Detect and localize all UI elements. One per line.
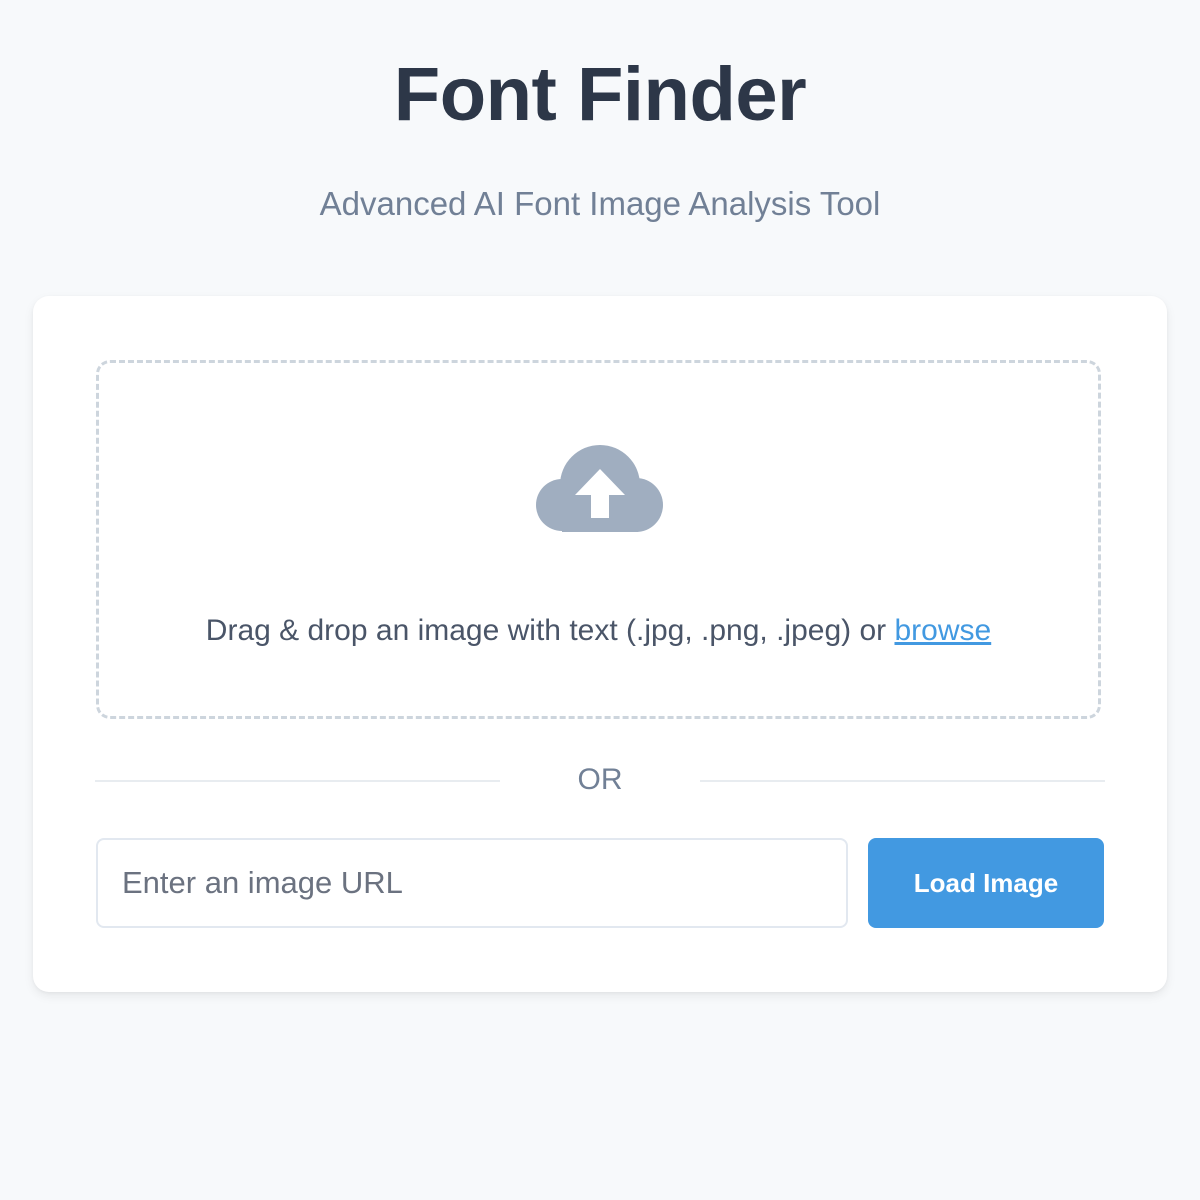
divider-line-left	[95, 780, 500, 782]
upload-card: Drag & drop an image with text (.jpg, .p…	[33, 296, 1167, 992]
browse-link[interactable]: browse	[894, 614, 991, 647]
cloud-upload-icon	[536, 445, 663, 532]
page-title: Font Finder	[393, 52, 807, 137]
dropzone-instructions: Drag & drop an image with text (.jpg, .p…	[99, 613, 1098, 649]
dropzone-instructions-text: Drag & drop an image with text (.jpg, .p…	[205, 614, 895, 647]
image-url-input[interactable]	[96, 838, 848, 928]
divider-or: OR	[577, 763, 623, 796]
image-dropzone[interactable]: Drag & drop an image with text (.jpg, .p…	[96, 360, 1101, 719]
page-subtitle: Advanced AI Font Image Analysis Tool	[319, 185, 881, 222]
load-image-button[interactable]: Load Image	[868, 838, 1104, 928]
divider-line-right	[700, 780, 1105, 782]
